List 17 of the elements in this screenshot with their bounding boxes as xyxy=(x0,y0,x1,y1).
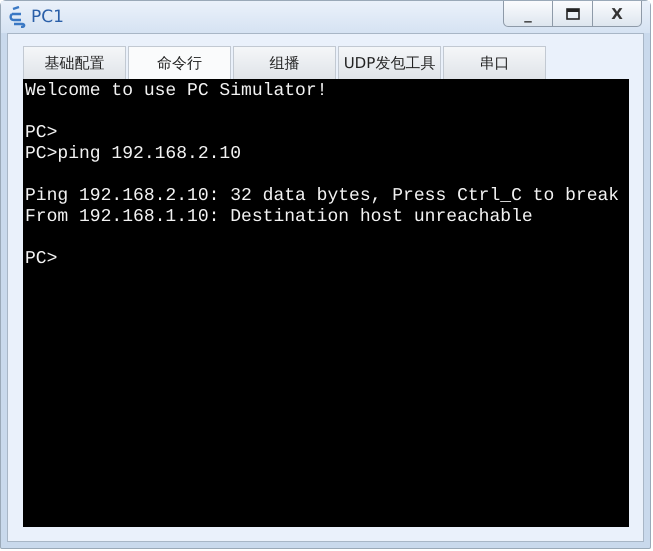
maximize-icon xyxy=(566,8,580,20)
terminal-line: PC> xyxy=(25,123,58,144)
tab[interactable]: 组播 xyxy=(233,46,336,79)
maximize-button[interactable] xyxy=(552,1,593,27)
tab[interactable]: 命令行 xyxy=(128,46,231,79)
window-title: PC1 xyxy=(31,7,64,27)
cable-icon xyxy=(9,6,27,28)
close-button[interactable]: X xyxy=(592,1,642,27)
terminal-line: Ping 192.168.2.10: 32 data bytes, Press Ctrl_C to break xyxy=(25,186,620,207)
tab[interactable]: UDP发包工具 xyxy=(338,46,441,79)
minimize-button[interactable]: _ xyxy=(503,1,553,27)
tab[interactable]: 基础配置 xyxy=(23,46,126,79)
terminal-line: PC> xyxy=(25,249,58,270)
tab[interactable]: 串口 xyxy=(443,46,546,79)
terminal-line: PC>ping 192.168.2.10 xyxy=(25,144,242,165)
terminal-line: From 192.168.1.10: Destination host unreachable xyxy=(25,207,534,228)
terminal-line: Welcome to use PC Simulator! xyxy=(25,81,328,102)
